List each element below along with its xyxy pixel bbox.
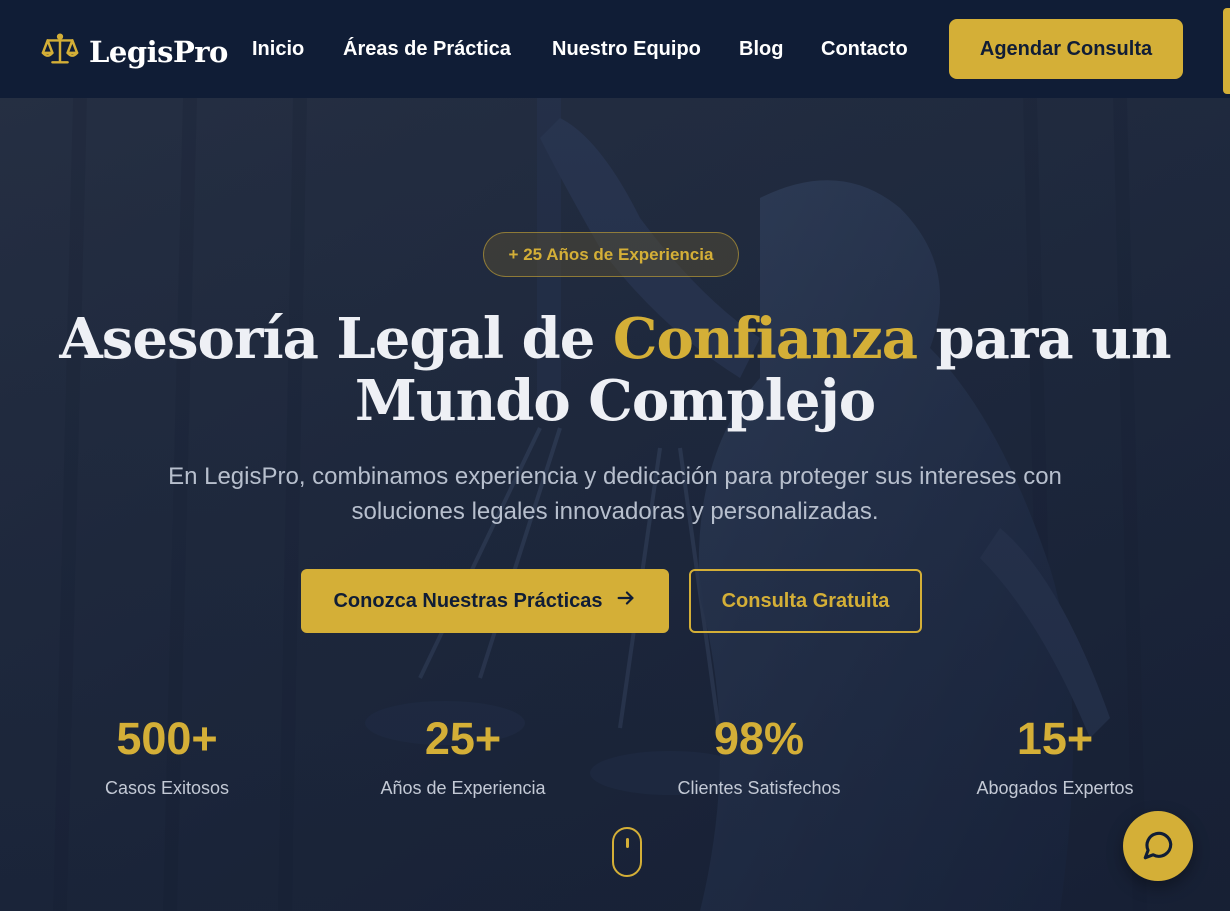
nav-link-areas-de-practica[interactable]: Áreas de Práctica (343, 36, 511, 62)
stat-label: Años de Experiencia (380, 778, 546, 798)
stat-value: 500+ (116, 713, 218, 764)
brand-logo[interactable]: LegisPro (41, 30, 228, 73)
chat-button[interactable] (1123, 811, 1193, 881)
mouse-wheel (626, 838, 629, 848)
mouse-scroll-icon[interactable] (612, 827, 642, 877)
stat-successful-cases: 500+ Casos Exitosos (47, 712, 287, 800)
stat-years-experience: 25+ Años de Experiencia (343, 712, 583, 800)
scrollbar-thumb[interactable] (1223, 8, 1230, 94)
headline-part-1: Asesoría Legal de (59, 306, 613, 372)
top-navbar: LegisPro Inicio Áreas de Práctica Nuestr… (0, 0, 1230, 98)
headline-highlight: Confianza (612, 306, 918, 372)
stat-value: 15+ (1016, 713, 1094, 764)
stat-expert-lawyers: 15+ Abogados Expertos (935, 712, 1175, 800)
stat-label: Casos Exitosos (104, 778, 230, 798)
nav-link-nuestro-equipo[interactable]: Nuestro Equipo (552, 36, 701, 62)
free-consultation-button[interactable]: Consulta Gratuita (689, 569, 922, 633)
experience-badge: + 25 Años de Experiencia (483, 232, 739, 277)
hero-headline: Asesoría Legal de Confianza para un Mund… (0, 308, 1230, 432)
scales-icon (41, 30, 79, 73)
explore-practices-button[interactable]: Conozca Nuestras Prácticas (301, 569, 669, 633)
chat-bubble-icon (1141, 828, 1175, 865)
stat-value: 98% (713, 713, 805, 764)
nav-link-contacto[interactable]: Contacto (821, 36, 908, 62)
schedule-consultation-button[interactable]: Agendar Consulta (949, 19, 1183, 79)
explore-practices-label: Conozca Nuestras Prácticas (333, 589, 603, 612)
stat-label: Abogados Expertos (976, 778, 1134, 798)
brand-name: LegisPro (89, 34, 228, 69)
arrow-right-icon (615, 587, 637, 615)
nav-link-inicio[interactable]: Inicio (252, 36, 304, 62)
hero-subtitle: En LegisPro, combinamos experiencia y de… (168, 463, 1062, 525)
nav-link-blog[interactable]: Blog (739, 36, 783, 62)
stat-label: Clientes Satisfechos (677, 778, 841, 798)
stat-satisfied-clients: 98% Clientes Satisfechos (639, 712, 879, 800)
stat-value: 25+ (424, 713, 502, 764)
